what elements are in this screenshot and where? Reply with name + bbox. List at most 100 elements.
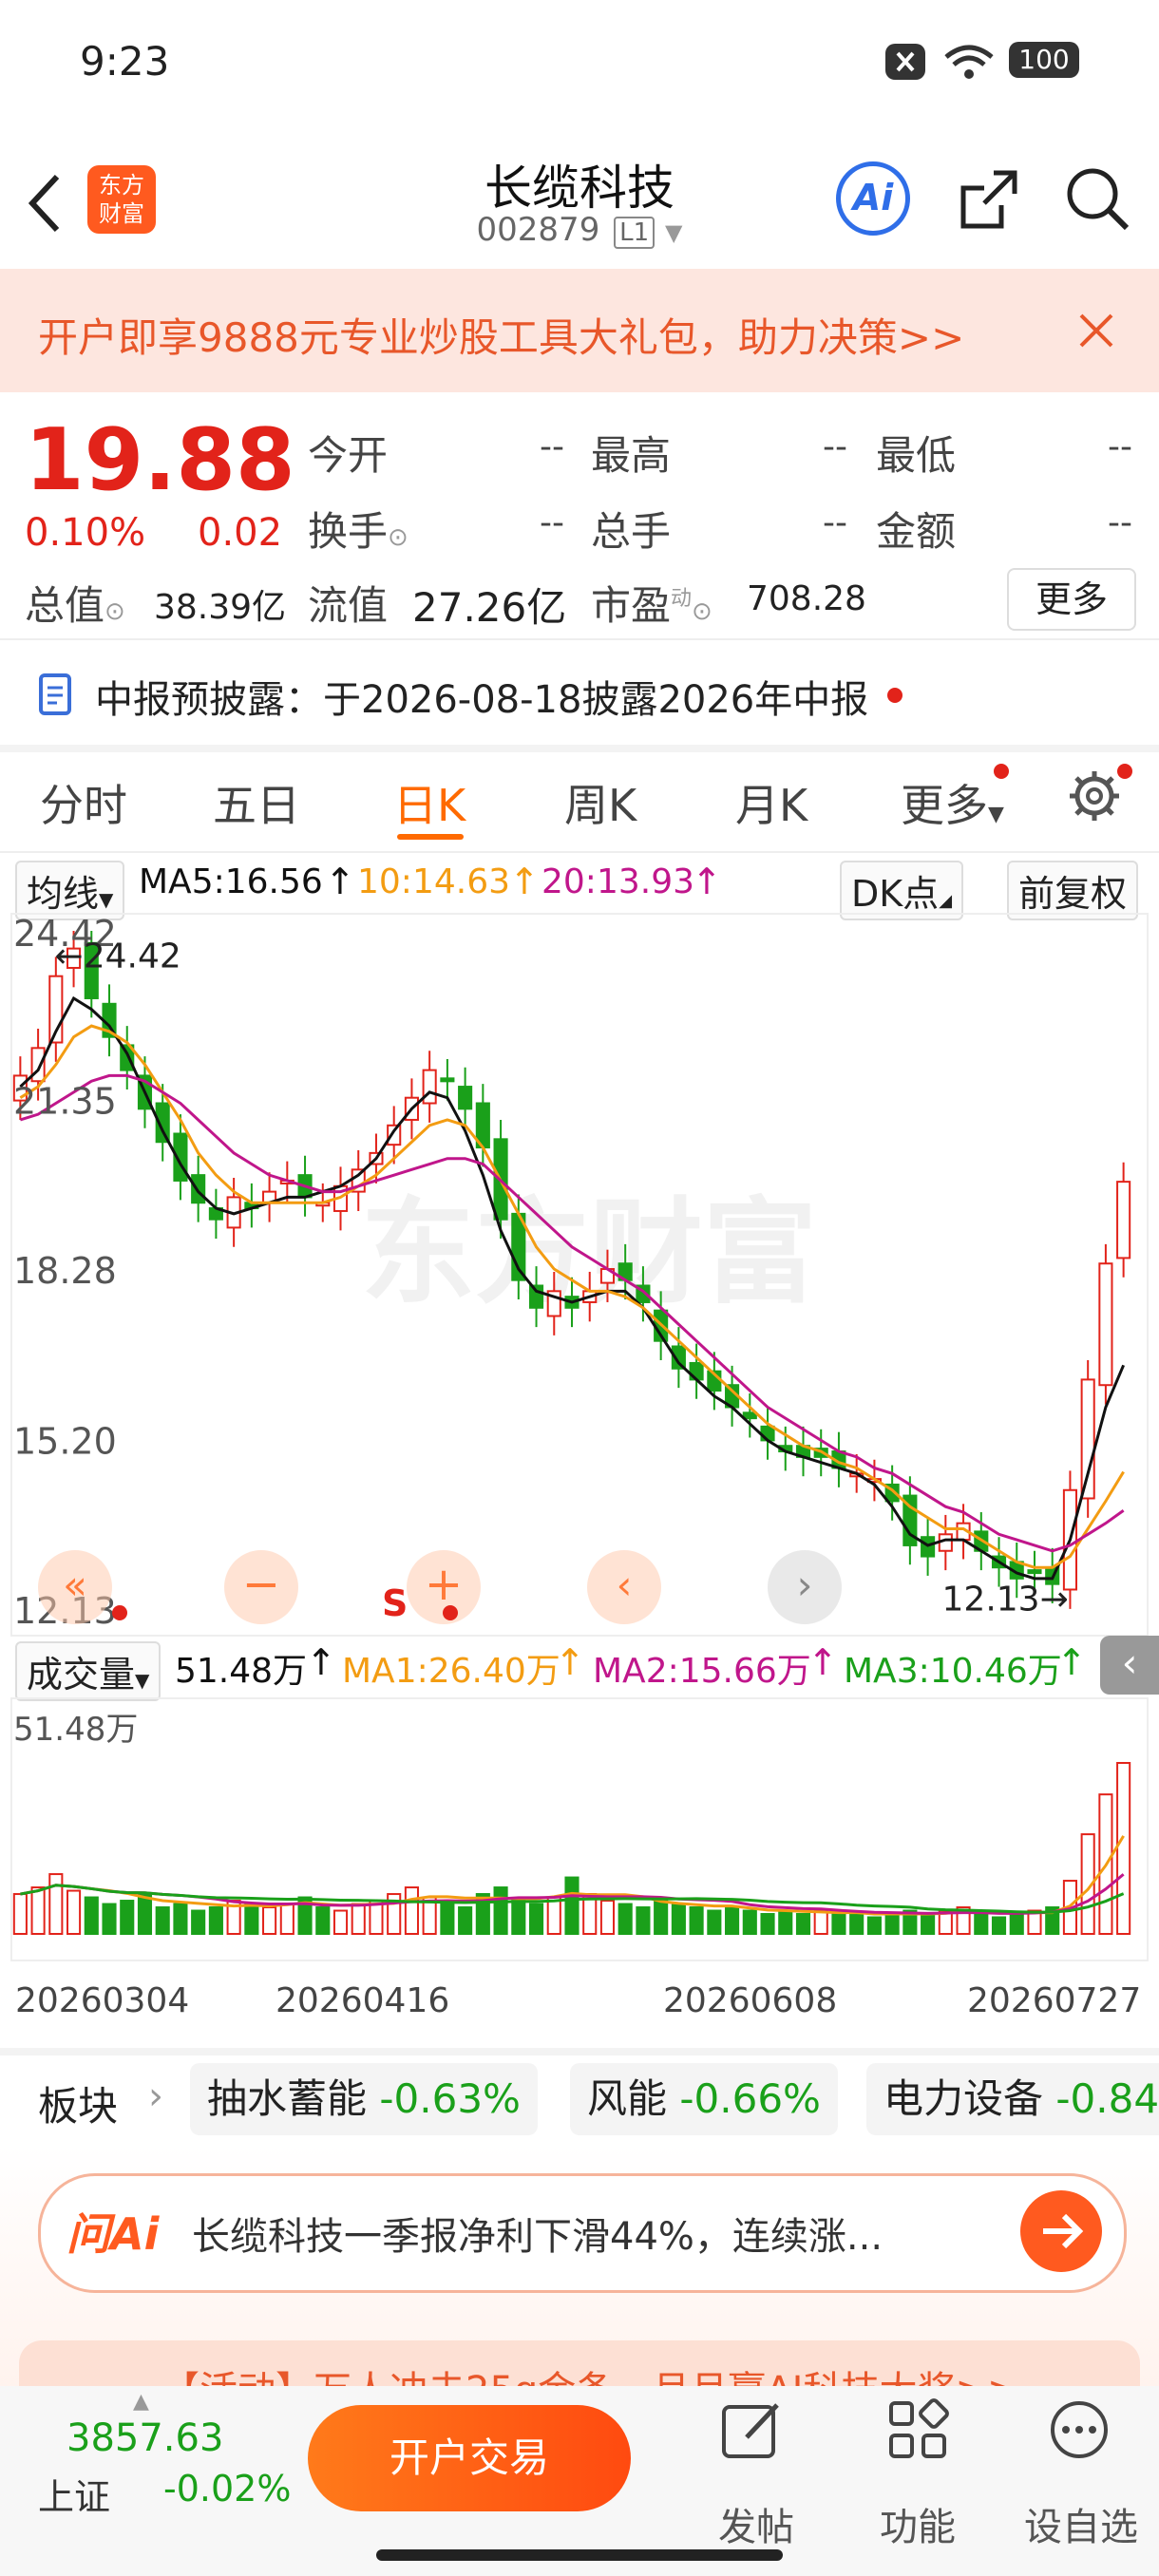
divider — [0, 638, 1159, 640]
chevron-down-icon: ▼ — [664, 219, 683, 246]
total-cap-label[interactable]: 总值⊙ — [25, 574, 125, 632]
grid-function-icon[interactable] — [885, 2397, 950, 2466]
amount-value: -- — [1108, 503, 1132, 542]
volume-y-label: 51.48万 — [13, 1711, 138, 1749]
tab-five-day[interactable]: 五日 — [213, 771, 300, 834]
plate-chip[interactable]: 抽水蓄能 -0.63% — [190, 2063, 538, 2135]
promo-strip[interactable]: 【活动】万人冲击25g金条，月月赢AI科技大奖>> — [19, 2340, 1140, 2386]
red-dot — [112, 1605, 127, 1620]
candle-body — [1098, 1262, 1113, 1387]
volume-bar — [191, 1909, 206, 1935]
sell-marker: S — [382, 1582, 408, 1624]
volume-bar — [173, 1903, 188, 1935]
home-indicator — [376, 2549, 783, 2561]
candle-body — [422, 1069, 437, 1105]
post-label[interactable]: 发帖 — [718, 2496, 794, 2551]
plate-chip[interactable]: 风能 -0.66% — [570, 2063, 838, 2135]
open-value: -- — [540, 427, 564, 466]
tab-weekly-k[interactable]: 周K — [564, 771, 636, 834]
red-dot — [1117, 764, 1132, 779]
volume-bar — [831, 1913, 846, 1936]
open-account-trade-button[interactable]: 开户交易 — [308, 2405, 631, 2511]
arrow-up-icon: ↑ — [555, 1641, 585, 1683]
divider — [0, 851, 1159, 853]
pe-label[interactable]: 市盈动⊙ — [591, 574, 712, 632]
volume-bar — [155, 1906, 170, 1935]
date-label: 20260304 — [15, 1981, 190, 2020]
notice-text[interactable]: 中报预披露：于2026-08-18披露2026年中报 — [95, 669, 868, 724]
stock-code: 002879 — [476, 211, 600, 249]
vol-ma1-legend: MA1:26.40万 — [342, 1652, 560, 1691]
tab-daily-k[interactable]: 日K — [393, 771, 466, 834]
turnover-value: -- — [540, 503, 564, 542]
status-bar: 9:23 100 — [0, 0, 1159, 123]
arrow-up-icon: ↑ — [692, 861, 722, 902]
volume-bar — [279, 1903, 294, 1935]
volume-bar — [671, 1903, 686, 1935]
float-cap-label: 流值 — [308, 582, 389, 629]
plate-chip[interactable]: 电力设备 -0.84 — [866, 2063, 1159, 2135]
volume-bar — [707, 1909, 722, 1935]
volume-value-legend: 51.48万 — [175, 1652, 308, 1691]
volume-indicator-select[interactable]: 成交量▼ — [15, 1641, 162, 1701]
add-watchlist-label[interactable]: 设自选 — [1024, 2496, 1138, 2551]
volume-bar — [974, 1913, 989, 1936]
volume-bar — [84, 1896, 99, 1936]
volume-bar — [528, 1903, 544, 1935]
banner-text[interactable]: 开户即享9888元专业炒股工具大礼包，助力决策>> — [38, 306, 964, 364]
gear-icon[interactable] — [1066, 767, 1123, 828]
chevron-right-icon[interactable]: › — [768, 1550, 842, 1624]
function-label[interactable]: 功能 — [880, 2496, 956, 2551]
stock-code-row[interactable]: 002879 L1 ▼ — [0, 211, 1159, 249]
close-icon[interactable] — [1075, 310, 1117, 355]
volume-bar — [921, 1913, 936, 1936]
y-tick-label: 18.28 — [13, 1250, 117, 1292]
plates-label[interactable]: 板块 — [38, 2074, 118, 2132]
battery-icon: 100 — [1009, 42, 1079, 82]
volume-bar — [866, 1916, 882, 1936]
high-marker: ←24.42 — [55, 938, 181, 976]
volume-bar — [262, 1906, 277, 1935]
double-left-icon[interactable]: « — [38, 1550, 112, 1624]
edit-post-icon[interactable] — [720, 2397, 785, 2466]
ai-summary-text[interactable]: 长缆科技一季报净利下滑44%，连续涨... — [192, 2206, 883, 2261]
chevron-left-icon[interactable]: ‹ — [587, 1550, 661, 1624]
tab-more[interactable]: 更多▼ — [901, 771, 1004, 834]
more-dots-icon[interactable] — [1047, 2397, 1112, 2466]
red-dot — [887, 688, 902, 703]
arrow-up-icon: ↑ — [306, 1641, 336, 1683]
volume-bar — [760, 1913, 775, 1936]
collapse-panel-icon[interactable]: ‹ — [1100, 1636, 1159, 1695]
volume-bar — [208, 1906, 223, 1935]
promo-text: 【活动】万人冲击25g金条，月月赢AI科技大奖>> — [162, 2359, 1018, 2386]
volume-bar — [1009, 1913, 1024, 1936]
volume-bar — [564, 1876, 580, 1935]
volume-bar — [244, 1903, 259, 1935]
divider — [0, 745, 1159, 752]
volume-bar — [725, 1906, 740, 1935]
document-icon — [38, 672, 76, 722]
volume-chart[interactable]: 51.48万 — [0, 1696, 1159, 1962]
volume-bar — [618, 1903, 633, 1935]
y-tick-label: 15.20 — [13, 1420, 117, 1462]
red-dot — [994, 764, 1009, 779]
candle-body — [440, 1077, 455, 1083]
volume-bar — [30, 1886, 46, 1935]
ma20-legend: 20:13.93 — [542, 862, 694, 901]
index-name[interactable]: 上证 — [38, 2468, 110, 2520]
volume-bar — [599, 1900, 616, 1935]
more-button[interactable]: 更多 — [1007, 568, 1136, 631]
tab-intraday[interactable]: 分时 — [40, 771, 127, 834]
volume-bar — [137, 1893, 153, 1936]
info-icon: ⊙ — [388, 523, 408, 552]
index-value[interactable]: 3857.63 — [66, 2416, 223, 2460]
kline-chart[interactable]: 东方财富 24.4221.3518.2815.2012.13 ←24.42 12… — [0, 912, 1159, 1638]
turnover-label[interactable]: 换手⊙ — [308, 500, 408, 558]
zoom-out-icon[interactable]: − — [224, 1550, 298, 1624]
arrow-right-icon[interactable] — [1020, 2190, 1102, 2272]
notification-close-icon — [884, 42, 927, 82]
date-label: 20260416 — [276, 1981, 450, 2020]
volume-bar — [66, 1889, 82, 1935]
tab-monthly-k[interactable]: 月K — [735, 771, 808, 834]
candle-body — [191, 1174, 206, 1204]
